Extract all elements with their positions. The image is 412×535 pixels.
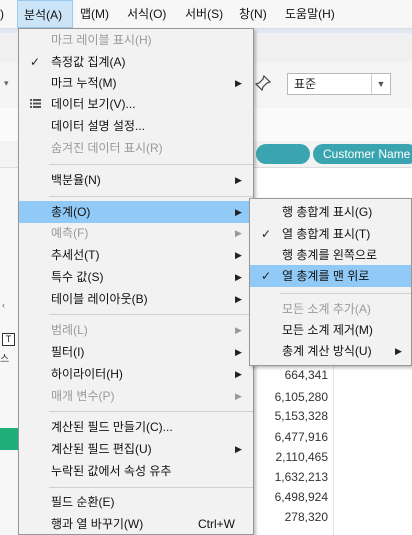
submenu-arrow-icon: ▶ bbox=[235, 78, 242, 88]
menu-item-highlighters[interactable]: 하이라이터(H) ▶ bbox=[19, 363, 253, 385]
menu-item-percentage[interactable]: 백분율(N) ▶ bbox=[19, 169, 253, 191]
menu-separator bbox=[49, 164, 253, 165]
submenu-arrow-icon: ▶ bbox=[395, 346, 402, 356]
submenu-arrow-icon: ▶ bbox=[235, 175, 242, 185]
menu-item-add-all-subtotals[interactable]: 모든 소계 추가(A) bbox=[250, 298, 411, 320]
menu-item-swap-rows-columns[interactable]: 행과 열 바꾸기(W) Ctrl+W bbox=[19, 513, 253, 535]
submenu-arrow-icon: ▶ bbox=[235, 325, 242, 335]
menu-item-filters[interactable]: 필터(I) ▶ bbox=[19, 341, 253, 363]
table-cell: 2,110,465 bbox=[275, 450, 329, 464]
chevron-down-icon: ▼ bbox=[371, 74, 390, 94]
menu-separator bbox=[49, 314, 253, 315]
menu-format[interactable]: 서식(O) bbox=[127, 0, 175, 28]
menu-item-show-hidden-data[interactable]: 숨겨진 데이터 표시(R) bbox=[19, 137, 253, 159]
menu-item-data-description[interactable]: 데이터 설명 설정... bbox=[19, 115, 253, 137]
menu-item-show-column-grand-totals[interactable]: ✓ 열 총합계 표시(T) bbox=[250, 223, 411, 245]
submenu-arrow-icon: ▶ bbox=[235, 391, 242, 401]
menu-separator bbox=[49, 196, 253, 197]
submenu-arrow-icon: ▶ bbox=[235, 294, 242, 304]
menu-item-show-row-grand-totals[interactable]: 행 총합계 표시(G) bbox=[250, 201, 411, 223]
table-cell: 6,477,916 bbox=[274, 430, 328, 444]
menu-item-stack-marks[interactable]: 마크 누적(M) ▶ bbox=[19, 72, 253, 94]
submenu-arrow-icon: ▶ bbox=[235, 272, 242, 282]
analysis-menu: 마크 레이블 표시(H) ✓ 측정값 집계(A) 마크 누적(M) ▶ 데이터 보기… bbox=[18, 28, 254, 535]
submenu-arrow-icon: ▶ bbox=[235, 444, 242, 454]
submenu-arrow-icon: ▶ bbox=[235, 207, 242, 217]
chevron-down-icon[interactable]: ▾ bbox=[4, 78, 9, 89]
menubar: ) 분석(A) 맵(M) 서식(O) 서버(S) 창(N) 도움말(H) bbox=[0, 0, 412, 29]
view-size-select[interactable]: 표준 ▼ bbox=[287, 73, 391, 95]
menu-item-forecast[interactable]: 예측(F) ▶ bbox=[19, 222, 253, 244]
menu-separator bbox=[49, 411, 253, 412]
submenu-arrow-icon: ▶ bbox=[235, 369, 242, 379]
menu-separator bbox=[280, 293, 411, 294]
pill-label: Customer Name bbox=[323, 147, 411, 161]
menu-item-create-calculated-field[interactable]: 계산된 필드 만들기(C)... bbox=[19, 416, 253, 438]
menu-analysis[interactable]: 분석(A) bbox=[17, 0, 73, 28]
table-cell: 664,341 bbox=[284, 368, 328, 382]
checkmark-icon: ✓ bbox=[29, 55, 41, 69]
table-icon bbox=[27, 93, 43, 115]
menu-item-infer-properties[interactable]: 누락된 값에서 속성 유추 bbox=[19, 460, 253, 482]
submenu-arrow-icon: ▶ bbox=[235, 347, 242, 357]
left-label: 스 bbox=[0, 354, 10, 365]
menu-item-column-totals-to-top[interactable]: ✓ 열 총계를 맨 위로 bbox=[250, 265, 411, 287]
table-cell: 6,498,924 bbox=[274, 490, 328, 504]
submenu-arrow-icon: ▶ bbox=[235, 250, 242, 260]
menubar-stub: ) bbox=[0, 7, 4, 21]
menu-server[interactable]: 서버(S) bbox=[185, 0, 233, 28]
green-bar bbox=[0, 428, 18, 450]
totals-submenu: 행 총합계 표시(G) ✓ 열 총합계 표시(T) 행 총계를 왼쪽으로 ✓ 열 총… bbox=[249, 198, 412, 366]
menu-window[interactable]: 창(N) bbox=[239, 0, 275, 28]
menu-item-edit-calculated-field[interactable]: 계산된 필드 편집(U) ▶ bbox=[19, 438, 253, 460]
menu-item-row-totals-to-left[interactable]: 행 총계를 왼쪽으로 bbox=[250, 244, 411, 266]
menu-item-special-values[interactable]: 특수 값(S) ▶ bbox=[19, 266, 253, 288]
table-cell: 278,320 bbox=[284, 510, 328, 524]
menu-item-aggregate-measures[interactable]: ✓ 측정값 집계(A) bbox=[19, 51, 253, 73]
menu-item-cycle-fields[interactable]: 필드 순환(E) bbox=[19, 491, 253, 513]
table-cell: 1,632,213 bbox=[274, 470, 328, 484]
menu-item-table-layout[interactable]: 테이블 레이아웃(B) ▶ bbox=[19, 288, 253, 310]
pin-icon[interactable] bbox=[254, 74, 274, 94]
shortcut-label: Ctrl+W bbox=[198, 517, 235, 531]
menu-item-show-mark-labels[interactable]: 마크 레이블 표시(H) bbox=[19, 29, 253, 51]
menu-item-totals[interactable]: 총계(O) ▶ bbox=[19, 201, 253, 223]
menu-item-total-using[interactable]: 총계 계산 방식(U) ▶ bbox=[250, 340, 411, 362]
menu-item-view-data[interactable]: 데이터 보기(V)... bbox=[19, 93, 253, 115]
chevron-left-icon: ‹ bbox=[2, 300, 5, 310]
menu-map[interactable]: 맵(M) bbox=[80, 0, 120, 28]
menu-item-remove-all-subtotals[interactable]: 모든 소계 제거(M) bbox=[250, 319, 411, 341]
field-pill[interactable] bbox=[256, 144, 310, 164]
view-size-value: 표준 bbox=[294, 77, 317, 91]
menu-item-parameters[interactable]: 매개 변수(P) ▶ bbox=[19, 385, 253, 407]
submenu-arrow-icon: ▶ bbox=[235, 228, 242, 238]
checkmark-icon: ✓ bbox=[260, 269, 272, 283]
menu-separator bbox=[49, 487, 253, 488]
customer-name-pill[interactable]: Customer Name bbox=[313, 144, 412, 164]
text-mark-icon[interactable]: T bbox=[2, 333, 15, 346]
menu-item-trend-lines[interactable]: 추세선(T) ▶ bbox=[19, 244, 253, 266]
menu-item-legends[interactable]: 범례(L) ▶ bbox=[19, 319, 253, 341]
checkmark-icon: ✓ bbox=[260, 227, 272, 241]
menu-help[interactable]: 도움말(H) bbox=[285, 0, 345, 28]
table-cell: 6,105,280 bbox=[274, 390, 328, 404]
table-cell: 5,153,328 bbox=[274, 409, 328, 423]
